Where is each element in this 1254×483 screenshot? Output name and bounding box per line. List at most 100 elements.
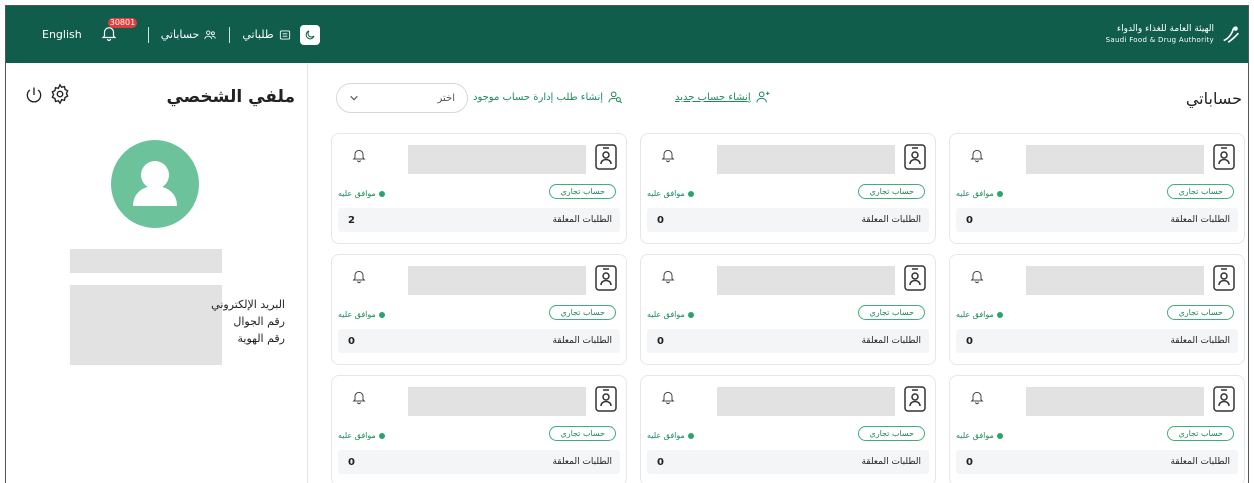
bell-icon[interactable] xyxy=(660,267,676,285)
account-card[interactable]: حساب تجاري موافق عليه 0 الطلبات المعلقة xyxy=(949,133,1245,244)
brand-name-ar: الهيئة العامة للغذاء والدواء xyxy=(1116,24,1214,34)
brand-logo[interactable]: الهيئة العامة للغذاء والدواء Saudi Food … xyxy=(1106,20,1242,50)
users-icon xyxy=(204,29,217,39)
pending-label: الطلبات المعلقة xyxy=(1170,215,1230,225)
account-card[interactable]: حساب تجاري موافق عليه 0 الطلبات المعلقة xyxy=(331,375,627,483)
top-navbar: English 30801 حساباتي طلباتي الهيئة العا… xyxy=(6,6,1248,63)
id-badge-icon xyxy=(595,265,617,291)
users-search-icon xyxy=(608,91,623,104)
status-text: موافق عليه xyxy=(338,310,376,319)
status-badge: موافق عليه xyxy=(647,310,694,319)
account-card[interactable]: حساب تجاري موافق عليه 0 الطلبات المعلقة xyxy=(331,254,627,365)
bell-icon[interactable] xyxy=(969,388,985,406)
id-badge-icon xyxy=(595,144,617,170)
notifications-button[interactable]: 30801 xyxy=(100,17,138,46)
status-badge: موافق عليه xyxy=(956,189,1003,198)
pending-label: الطلبات المعلقة xyxy=(861,457,921,467)
account-card[interactable]: حساب تجاري موافق عليه 0 الطلبات المعلقة xyxy=(949,375,1245,483)
user-info-labels: البريد الإلكتروني رقم الجوال رقم الهوية xyxy=(211,298,285,345)
bell-icon[interactable] xyxy=(969,146,985,164)
account-card[interactable]: حساب تجاري موافق عليه 0 الطلبات المعلقة xyxy=(640,375,936,483)
pending-requests-row: 0 الطلبات المعلقة xyxy=(647,208,929,232)
pending-requests-row: 0 الطلبات المعلقة xyxy=(338,450,620,474)
nav-my-requests[interactable]: طلباتي xyxy=(242,28,291,42)
accounts-grid: حساب تجاري موافق عليه 0 الطلبات المعلقة … xyxy=(331,133,1245,483)
user-info-placeholder xyxy=(70,285,222,365)
status-badge: موافق عليه xyxy=(956,310,1003,319)
notification-count-badge: 30801 xyxy=(107,17,138,28)
bell-icon[interactable] xyxy=(351,267,367,285)
divider xyxy=(147,26,149,43)
account-name-placeholder xyxy=(1026,387,1204,416)
id-number-label: رقم الهوية xyxy=(237,332,285,345)
nav-my-accounts-label: حساباتي xyxy=(160,28,200,41)
status-dot xyxy=(687,432,694,439)
account-card[interactable]: حساب تجاري موافق عليه 0 الطلبات المعلقة xyxy=(949,254,1245,365)
status-dot xyxy=(378,311,385,318)
id-badge-icon xyxy=(904,265,926,291)
bell-icon[interactable] xyxy=(351,146,367,164)
id-badge-icon xyxy=(904,144,926,170)
account-card[interactable]: حساب تجاري موافق عليه 2 الطلبات المعلقة xyxy=(331,133,627,244)
nav-my-accounts[interactable]: حساباتي xyxy=(161,28,218,42)
app-frame: English 30801 حساباتي طلباتي الهيئة العا… xyxy=(5,5,1249,483)
account-name-placeholder xyxy=(408,145,586,174)
brand-text: الهيئة العامة للغذاء والدواء Saudi Food … xyxy=(1106,24,1214,46)
bell-icon[interactable] xyxy=(351,388,367,406)
account-card[interactable]: حساب تجاري موافق عليه 0 الطلبات المعلقة xyxy=(640,254,936,365)
account-name-placeholder xyxy=(717,387,895,416)
pending-count: 0 xyxy=(966,335,973,347)
status-dot xyxy=(996,190,1003,197)
pending-count: 0 xyxy=(348,456,355,468)
pending-label: الطلبات المعلقة xyxy=(552,336,612,346)
status-dot xyxy=(687,311,694,318)
pending-count: 0 xyxy=(966,456,973,468)
pending-requests-row: 0 الطلبات المعلقة xyxy=(956,208,1238,232)
status-text: موافق عليه xyxy=(956,189,994,198)
pending-label: الطلبات المعلقة xyxy=(552,215,612,225)
user-name-placeholder xyxy=(70,249,222,273)
status-badge: موافق عليه xyxy=(647,189,694,198)
create-account-label: إنشاء حساب جديد xyxy=(675,91,751,103)
account-type-badge: حساب تجاري xyxy=(858,305,925,320)
page-title: حساباتي xyxy=(1185,89,1242,108)
account-type-badge: حساب تجاري xyxy=(549,305,616,320)
power-icon[interactable] xyxy=(24,85,44,105)
account-name-placeholder xyxy=(717,145,895,174)
bell-icon[interactable] xyxy=(969,267,985,285)
manage-account-request-link[interactable]: إنشاء طلب إدارة حساب موجود xyxy=(473,89,623,105)
account-type-badge: حساب تجاري xyxy=(549,426,616,441)
account-name-placeholder xyxy=(717,266,895,295)
account-type-badge: حساب تجاري xyxy=(549,184,616,199)
status-text: موافق عليه xyxy=(956,310,994,319)
account-type-badge: حساب تجاري xyxy=(858,426,925,441)
status-dot xyxy=(996,432,1003,439)
account-type-badge: حساب تجاري xyxy=(1167,426,1234,441)
moon-icon xyxy=(305,30,315,39)
create-account-link[interactable]: إنشاء حساب جديد xyxy=(675,89,771,105)
language-switch[interactable]: English xyxy=(42,28,82,41)
id-badge-icon xyxy=(1213,386,1235,412)
account-card[interactable]: حساب تجاري موافق عليه 0 الطلبات المعلقة xyxy=(640,133,936,244)
bell-icon[interactable] xyxy=(660,388,676,406)
status-dot xyxy=(378,432,385,439)
account-select-placeholder: اختر xyxy=(437,92,456,104)
theme-toggle-button[interactable] xyxy=(299,24,320,45)
account-name-placeholder xyxy=(1026,266,1204,295)
user-icon xyxy=(133,161,177,206)
bell-icon[interactable] xyxy=(660,146,676,164)
profile-panel: ملفي الشخصي البريد الإلكتروني رقم الجوال… xyxy=(6,63,308,483)
status-dot xyxy=(996,311,1003,318)
account-select[interactable]: اختر xyxy=(336,83,468,113)
add-user-icon xyxy=(756,91,769,103)
profile-title: ملفي الشخصي xyxy=(166,87,295,107)
pending-label: الطلبات المعلقة xyxy=(861,336,921,346)
brand-name-en: Saudi Food & Drug Authority xyxy=(1105,36,1214,44)
gear-icon[interactable] xyxy=(49,83,71,105)
status-text: موافق عليه xyxy=(338,189,376,198)
status-badge: موافق عليه xyxy=(647,431,694,440)
pending-requests-row: 0 الطلبات المعلقة xyxy=(647,450,929,474)
id-badge-icon xyxy=(1213,265,1235,291)
status-text: موافق عليه xyxy=(647,310,685,319)
status-text: موافق عليه xyxy=(338,431,376,440)
